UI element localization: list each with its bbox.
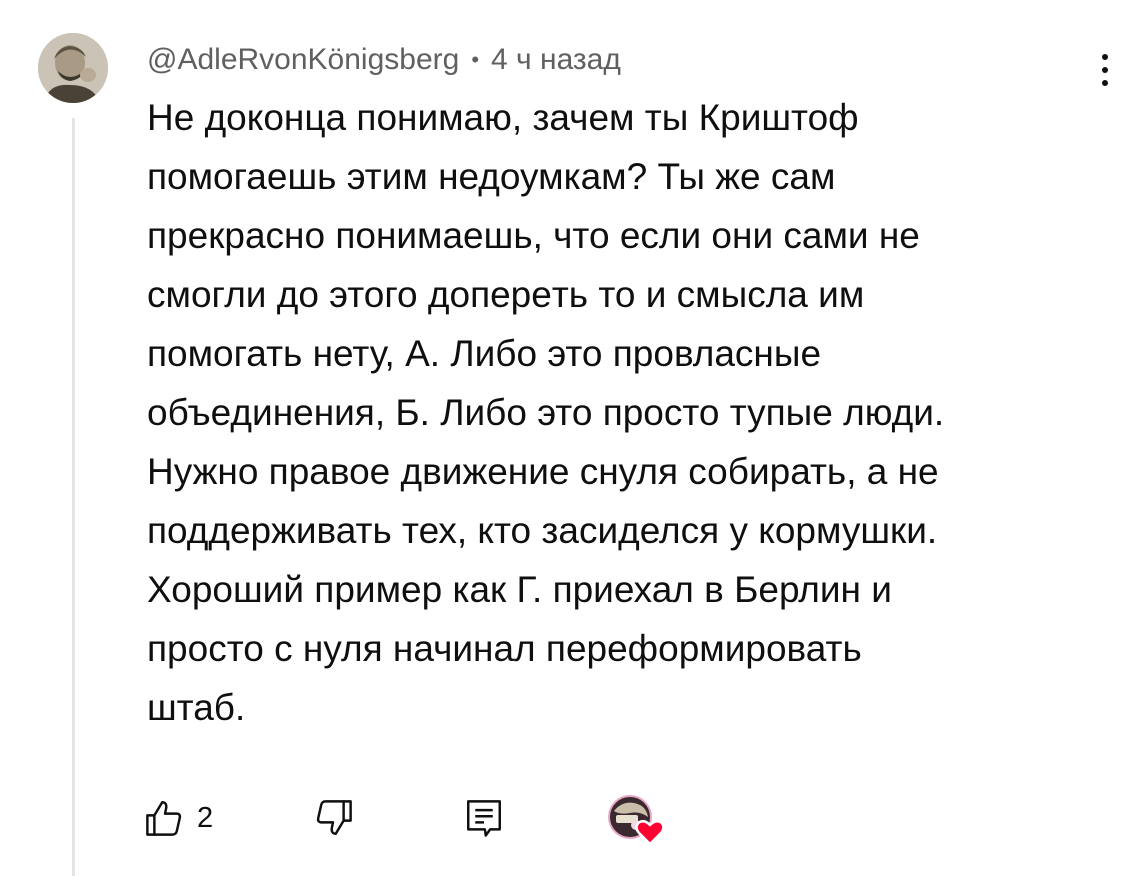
reply-button[interactable]: [463, 790, 505, 846]
dislike-button[interactable]: [313, 790, 355, 846]
like-count: 2: [197, 801, 214, 834]
avatar-portrait-image: [38, 33, 108, 103]
creator-heart-icon: [608, 795, 665, 846]
thumbs-down-icon: [316, 800, 352, 835]
more-vertical-icon: [1102, 54, 1108, 60]
thumbs-up-icon: [146, 801, 182, 836]
thread-line: [72, 118, 75, 876]
more-vertical-icon: [1102, 80, 1108, 86]
comment-text: Не доконца понимаю, зачем ты Криштоф пом…: [147, 97, 945, 728]
reply-comment-icon: [467, 800, 501, 837]
author-handle[interactable]: @AdleRvonKönigsberg: [147, 43, 459, 77]
meta-separator: •: [471, 47, 480, 72]
like-button[interactable]: 2: [143, 790, 213, 846]
comment-timestamp[interactable]: 4 ч назад: [491, 43, 621, 77]
creator-heart: [606, 793, 668, 846]
more-options-button[interactable]: [1092, 48, 1118, 92]
comment-meta: @AdleRvonKönigsberg • 4 ч назад: [147, 38, 621, 82]
avatar[interactable]: [38, 33, 108, 103]
comment-actions: 2: [143, 790, 703, 846]
more-vertical-icon: [1102, 67, 1108, 73]
